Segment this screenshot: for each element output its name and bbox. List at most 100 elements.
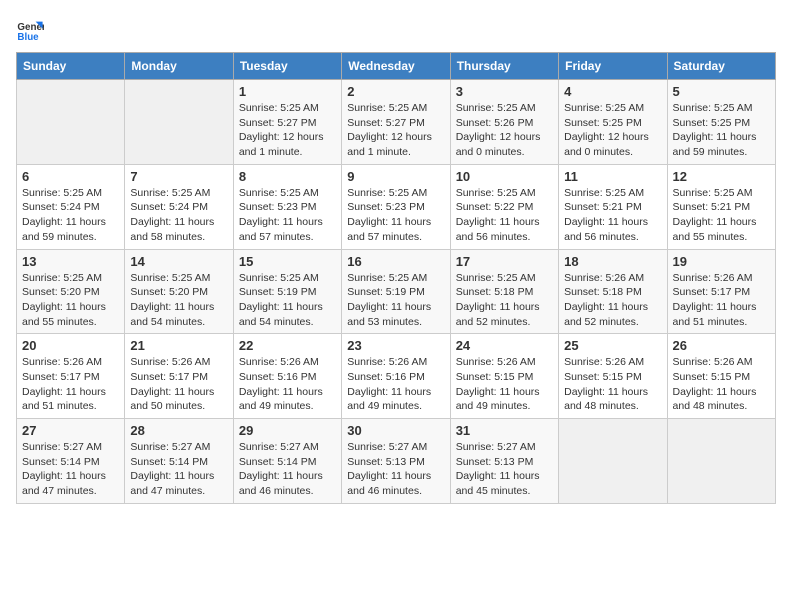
day-number: 11	[564, 169, 661, 184]
day-info: Sunrise: 5:25 AM Sunset: 5:25 PM Dayligh…	[564, 101, 661, 160]
day-number: 17	[456, 254, 553, 269]
day-number: 1	[239, 84, 336, 99]
day-info: Sunrise: 5:27 AM Sunset: 5:14 PM Dayligh…	[130, 440, 227, 499]
weekday-header-thursday: Thursday	[450, 53, 558, 80]
calendar-cell: 13 Sunrise: 5:25 AM Sunset: 5:20 PM Dayli…	[17, 249, 125, 334]
day-number: 2	[347, 84, 444, 99]
calendar-cell: 22Sunrise: 5:26 AM Sunset: 5:16 PM Dayli…	[233, 334, 341, 419]
day-info: Sunrise: 5:26 AM Sunset: 5:15 PM Dayligh…	[673, 355, 770, 414]
day-info: Sunrise: 5:27 AM Sunset: 5:14 PM Dayligh…	[239, 440, 336, 499]
calendar-week-4: 20 Sunrise: 5:26 AM Sunset: 5:17 PM Dayli…	[17, 334, 776, 419]
calendar-week-3: 13 Sunrise: 5:25 AM Sunset: 5:20 PM Dayli…	[17, 249, 776, 334]
day-info: Sunrise: 5:26 AM Sunset: 5:15 PM Dayligh…	[456, 355, 553, 414]
day-number: 8	[239, 169, 336, 184]
calendar-cell: 14 Sunrise: 5:25 AM Sunset: 5:20 PM Dayli…	[125, 249, 233, 334]
day-number: 15	[239, 254, 336, 269]
day-info: Sunrise: 5:26 AM Sunset: 5:17 PM Dayligh…	[673, 271, 770, 330]
day-number: 20	[22, 338, 119, 353]
day-info: Sunrise: 5:25 AM Sunset: 5:19 PM Dayligh…	[347, 271, 444, 330]
day-info: Sunrise: 5:25 AM Sunset: 5:25 PM Dayligh…	[673, 101, 770, 160]
day-info: Sunrise: 5:27 AM Sunset: 5:14 PM Dayligh…	[22, 440, 119, 499]
weekday-header-friday: Friday	[559, 53, 667, 80]
calendar-cell: 1 Sunrise: 5:25 AM Sunset: 5:27 PM Daylig…	[233, 80, 341, 165]
day-number: 18	[564, 254, 661, 269]
logo-icon: General Blue	[16, 16, 44, 44]
calendar-cell: 31 Sunrise: 5:27 AM Sunset: 5:13 PM Dayli…	[450, 419, 558, 504]
day-info: Sunrise: 5:26 AM Sunset: 5:16 PM Dayligh…	[239, 355, 336, 414]
calendar-cell	[17, 80, 125, 165]
day-number: 30	[347, 423, 444, 438]
calendar-cell: 29 Sunrise: 5:27 AM Sunset: 5:14 PM Dayli…	[233, 419, 341, 504]
svg-text:Blue: Blue	[17, 32, 39, 43]
calendar-cell: 3 Sunrise: 5:25 AM Sunset: 5:26 PM Daylig…	[450, 80, 558, 165]
weekday-header-saturday: Saturday	[667, 53, 775, 80]
day-info: Sunrise: 5:25 AM Sunset: 5:24 PM Dayligh…	[130, 186, 227, 245]
day-number: 25	[564, 338, 661, 353]
day-number: 24	[456, 338, 553, 353]
day-number: 9	[347, 169, 444, 184]
day-info: Sunrise: 5:25 AM Sunset: 5:22 PM Dayligh…	[456, 186, 553, 245]
day-info: Sunrise: 5:25 AM Sunset: 5:23 PM Dayligh…	[239, 186, 336, 245]
day-info: Sunrise: 5:27 AM Sunset: 5:13 PM Dayligh…	[456, 440, 553, 499]
calendar-cell: 30 Sunrise: 5:27 AM Sunset: 5:13 PM Dayli…	[342, 419, 450, 504]
calendar-cell: 17 Sunrise: 5:25 AM Sunset: 5:18 PM Dayli…	[450, 249, 558, 334]
day-number: 21	[130, 338, 227, 353]
day-number: 14	[130, 254, 227, 269]
calendar-cell: 15 Sunrise: 5:25 AM Sunset: 5:19 PM Dayli…	[233, 249, 341, 334]
day-number: 10	[456, 169, 553, 184]
day-number: 13	[22, 254, 119, 269]
calendar-cell: 20 Sunrise: 5:26 AM Sunset: 5:17 PM Dayli…	[17, 334, 125, 419]
calendar-cell: 23 Sunrise: 5:26 AM Sunset: 5:16 PM Dayli…	[342, 334, 450, 419]
calendar-cell: 5 Sunrise: 5:25 AM Sunset: 5:25 PM Daylig…	[667, 80, 775, 165]
day-number: 29	[239, 423, 336, 438]
calendar-week-5: 27Sunrise: 5:27 AM Sunset: 5:14 PM Dayli…	[17, 419, 776, 504]
calendar-cell	[667, 419, 775, 504]
weekday-header-wednesday: Wednesday	[342, 53, 450, 80]
day-info: Sunrise: 5:25 AM Sunset: 5:23 PM Dayligh…	[347, 186, 444, 245]
calendar-week-1: 1 Sunrise: 5:25 AM Sunset: 5:27 PM Daylig…	[17, 80, 776, 165]
day-info: Sunrise: 5:25 AM Sunset: 5:20 PM Dayligh…	[130, 271, 227, 330]
calendar-cell: 2 Sunrise: 5:25 AM Sunset: 5:27 PM Daylig…	[342, 80, 450, 165]
day-info: Sunrise: 5:27 AM Sunset: 5:13 PM Dayligh…	[347, 440, 444, 499]
calendar-cell: 8 Sunrise: 5:25 AM Sunset: 5:23 PM Daylig…	[233, 164, 341, 249]
day-number: 6	[22, 169, 119, 184]
day-info: Sunrise: 5:26 AM Sunset: 5:17 PM Dayligh…	[130, 355, 227, 414]
calendar-cell: 7Sunrise: 5:25 AM Sunset: 5:24 PM Daylig…	[125, 164, 233, 249]
calendar-cell: 24 Sunrise: 5:26 AM Sunset: 5:15 PM Dayli…	[450, 334, 558, 419]
calendar-cell: 6 Sunrise: 5:25 AM Sunset: 5:24 PM Daylig…	[17, 164, 125, 249]
calendar-cell: 27Sunrise: 5:27 AM Sunset: 5:14 PM Dayli…	[17, 419, 125, 504]
day-info: Sunrise: 5:26 AM Sunset: 5:17 PM Dayligh…	[22, 355, 119, 414]
day-info: Sunrise: 5:25 AM Sunset: 5:18 PM Dayligh…	[456, 271, 553, 330]
day-number: 19	[673, 254, 770, 269]
day-number: 23	[347, 338, 444, 353]
day-info: Sunrise: 5:25 AM Sunset: 5:21 PM Dayligh…	[673, 186, 770, 245]
calendar-cell: 19 Sunrise: 5:26 AM Sunset: 5:17 PM Dayli…	[667, 249, 775, 334]
day-info: Sunrise: 5:25 AM Sunset: 5:26 PM Dayligh…	[456, 101, 553, 160]
calendar-cell: 21 Sunrise: 5:26 AM Sunset: 5:17 PM Dayli…	[125, 334, 233, 419]
calendar-cell: 18Sunrise: 5:26 AM Sunset: 5:18 PM Dayli…	[559, 249, 667, 334]
day-number: 12	[673, 169, 770, 184]
day-number: 4	[564, 84, 661, 99]
day-info: Sunrise: 5:26 AM Sunset: 5:15 PM Dayligh…	[564, 355, 661, 414]
day-number: 31	[456, 423, 553, 438]
day-info: Sunrise: 5:25 AM Sunset: 5:21 PM Dayligh…	[564, 186, 661, 245]
day-number: 3	[456, 84, 553, 99]
calendar-cell: 28 Sunrise: 5:27 AM Sunset: 5:14 PM Dayli…	[125, 419, 233, 504]
calendar-cell: 10 Sunrise: 5:25 AM Sunset: 5:22 PM Dayli…	[450, 164, 558, 249]
weekday-header-tuesday: Tuesday	[233, 53, 341, 80]
day-info: Sunrise: 5:25 AM Sunset: 5:20 PM Dayligh…	[22, 271, 119, 330]
day-number: 5	[673, 84, 770, 99]
calendar-cell: 4 Sunrise: 5:25 AM Sunset: 5:25 PM Daylig…	[559, 80, 667, 165]
calendar-cell: 25 Sunrise: 5:26 AM Sunset: 5:15 PM Dayli…	[559, 334, 667, 419]
day-info: Sunrise: 5:25 AM Sunset: 5:27 PM Dayligh…	[347, 101, 444, 160]
calendar-cell	[559, 419, 667, 504]
day-info: Sunrise: 5:25 AM Sunset: 5:24 PM Dayligh…	[22, 186, 119, 245]
weekday-header-sunday: Sunday	[17, 53, 125, 80]
day-info: Sunrise: 5:26 AM Sunset: 5:16 PM Dayligh…	[347, 355, 444, 414]
day-number: 26	[673, 338, 770, 353]
day-number: 28	[130, 423, 227, 438]
day-info: Sunrise: 5:25 AM Sunset: 5:27 PM Dayligh…	[239, 101, 336, 160]
calendar-cell: 16Sunrise: 5:25 AM Sunset: 5:19 PM Dayli…	[342, 249, 450, 334]
calendar-cell: 9 Sunrise: 5:25 AM Sunset: 5:23 PM Daylig…	[342, 164, 450, 249]
day-info: Sunrise: 5:25 AM Sunset: 5:19 PM Dayligh…	[239, 271, 336, 330]
